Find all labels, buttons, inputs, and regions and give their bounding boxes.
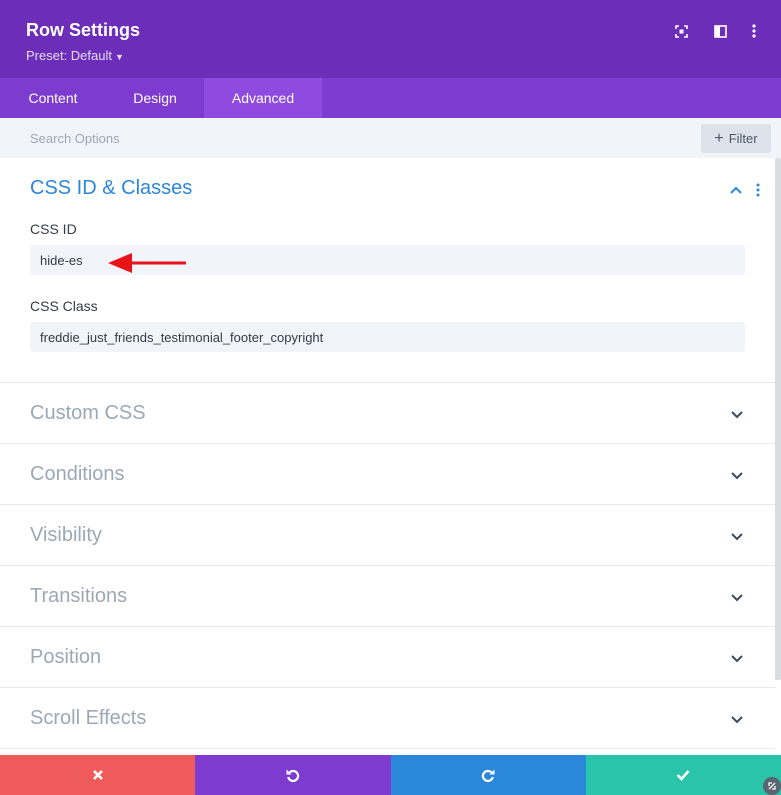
sidebar-toggle-icon[interactable] — [711, 22, 729, 40]
chevron-down-icon — [728, 591, 746, 605]
section-options-icon[interactable] — [754, 182, 762, 198]
section-title: Transitions — [30, 585, 128, 607]
chevron-down-icon — [728, 408, 746, 422]
chevron-up-icon[interactable] — [727, 183, 745, 197]
chevron-down-icon — [728, 530, 746, 544]
css-id-label: CSS ID — [30, 221, 77, 237]
resize-handle-icon[interactable] — [763, 777, 781, 795]
css-class-input[interactable] — [30, 322, 745, 352]
discard-button[interactable] — [0, 755, 196, 795]
css-class-label: CSS Class — [30, 298, 98, 314]
section-title: Scroll Effects — [30, 707, 147, 729]
caret-down-icon: ▼ — [115, 52, 124, 62]
settings-tabs: Content Design Advanced — [0, 78, 781, 118]
section-conditions[interactable]: Conditions — [0, 444, 775, 505]
preset-label: Preset: Default — [26, 48, 112, 63]
modal-title: Row Settings — [26, 20, 141, 40]
plus-icon: + — [714, 129, 724, 147]
tab-advanced[interactable]: Advanced — [204, 78, 322, 118]
section-visibility[interactable]: Visibility — [0, 505, 775, 566]
search-options-input[interactable] — [18, 126, 618, 150]
search-bar — [0, 118, 781, 158]
section-transitions[interactable]: Transitions — [0, 566, 775, 627]
section-css-id-classes: CSS ID & Classes CSS ID CSS Class — [0, 158, 775, 383]
chevron-down-icon — [728, 713, 746, 727]
section-custom-css[interactable]: Custom CSS — [0, 383, 775, 444]
save-button[interactable] — [585, 755, 781, 795]
chevron-down-icon — [728, 652, 746, 666]
section-position[interactable]: Position — [0, 627, 775, 688]
filter-label: Filter — [728, 131, 758, 146]
undo-icon — [286, 769, 300, 783]
section-title: Custom CSS — [30, 402, 146, 424]
content-scrollbar[interactable] — [775, 158, 781, 680]
redo-icon — [481, 769, 495, 783]
fullscreen-icon[interactable] — [672, 22, 690, 40]
section-scroll-effects[interactable]: Scroll Effects — [0, 688, 775, 749]
more-options-icon[interactable] — [745, 22, 763, 40]
preset-dropdown[interactable]: Preset: Default ▼ — [26, 48, 124, 63]
section-title: Visibility — [30, 524, 102, 546]
section-title[interactable]: CSS ID & Classes — [30, 177, 192, 200]
undo-button[interactable] — [195, 755, 391, 795]
tab-design[interactable]: Design — [106, 78, 204, 118]
annotation-arrow-icon — [106, 251, 188, 280]
check-icon — [676, 770, 690, 781]
section-title: Position — [30, 646, 102, 668]
modal-footer — [0, 755, 781, 795]
settings-content: CSS ID & Classes CSS ID CSS Class Custom… — [0, 158, 775, 755]
redo-button[interactable] — [390, 755, 586, 795]
tab-content[interactable]: Content — [0, 78, 106, 118]
section-title: Conditions — [30, 463, 125, 485]
filter-button[interactable]: + Filter — [701, 124, 771, 153]
modal-header: Row Settings Preset: Default ▼ — [0, 0, 781, 78]
chevron-down-icon — [728, 469, 746, 483]
close-icon — [92, 770, 103, 780]
